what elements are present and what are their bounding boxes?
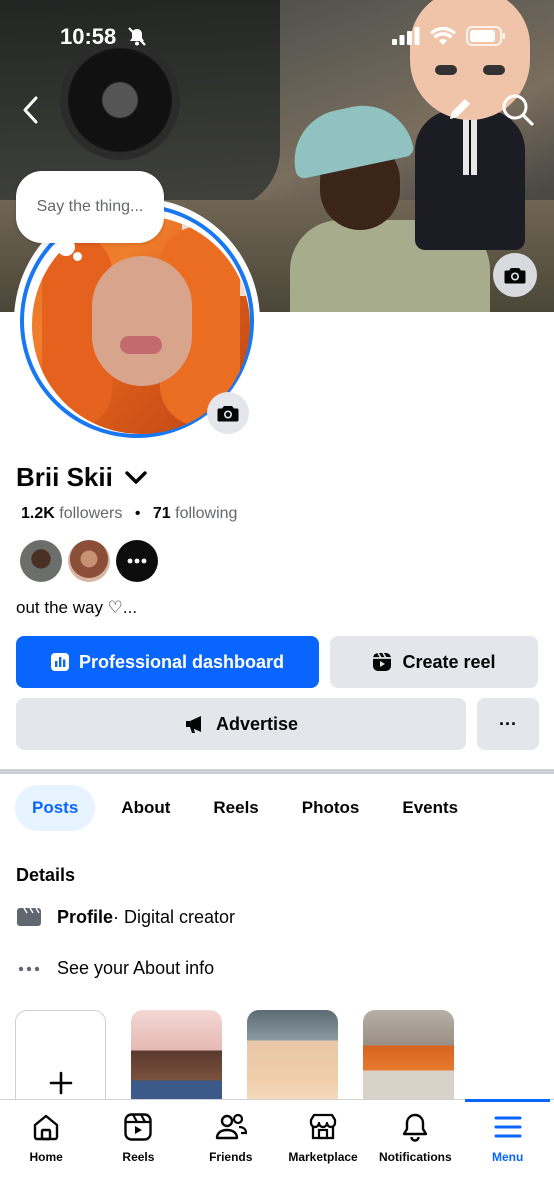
see-about-info-row[interactable]: See your About info — [16, 958, 214, 979]
stats-separator: • — [134, 505, 141, 522]
chevron-down-icon[interactable] — [125, 470, 147, 485]
nav-home-label: Home — [29, 1150, 63, 1164]
friends-icon — [215, 1113, 247, 1140]
profile-bio: out the way ♡... — [16, 598, 138, 617]
profile-name-row[interactable]: Brii Skii — [16, 462, 147, 493]
nav-menu[interactable]: Menu — [461, 1099, 553, 1200]
following-label: following — [175, 505, 238, 522]
reel-icon — [373, 652, 392, 671]
battery-icon — [466, 26, 505, 46]
clapperboard-icon — [17, 907, 41, 926]
tab-reels[interactable]: Reels — [196, 785, 275, 831]
profile-name: Brii Skii — [16, 462, 113, 492]
avatar[interactable] — [68, 540, 110, 582]
tab-posts[interactable]: Posts — [15, 785, 96, 831]
profile-category-row: Profile · Digital creator — [16, 906, 235, 928]
camera-icon — [504, 268, 526, 284]
back-icon[interactable] — [20, 96, 42, 124]
featured-photo[interactable] — [131, 1010, 222, 1110]
home-icon — [33, 1114, 59, 1141]
status-bar: 10:58 — [0, 0, 554, 74]
marketplace-icon — [309, 1113, 337, 1140]
wifi-icon — [430, 26, 456, 45]
professional-dashboard-button[interactable]: Professional dashboard — [16, 636, 319, 688]
reels-icon — [124, 1113, 153, 1141]
avatar[interactable] — [20, 540, 62, 582]
more-avatars-icon[interactable] — [116, 540, 158, 582]
note-bubble-tail — [57, 238, 75, 256]
professional-dashboard-label: Professional dashboard — [78, 651, 285, 672]
dashboard-icon — [50, 653, 69, 671]
note-placeholder: Say the thing... — [36, 198, 144, 215]
featured-row — [15, 1010, 454, 1110]
nav-marketplace-label: Marketplace — [288, 1150, 358, 1164]
nav-home[interactable]: Home — [0, 1100, 92, 1200]
followers-link[interactable]: 1.2K followers — [21, 505, 122, 522]
status-time: 10:58 — [60, 24, 117, 49]
edit-cover-camera-button[interactable] — [493, 253, 537, 297]
note-bubble[interactable]: Say the thing... — [16, 171, 164, 243]
followers-label: followers — [59, 505, 123, 522]
megaphone-icon — [185, 716, 201, 733]
nav-notifications-label: Notifications — [379, 1150, 452, 1164]
nav-reels[interactable]: Reels — [92, 1100, 184, 1200]
search-icon[interactable] — [501, 93, 535, 127]
friends-avatars[interactable] — [20, 540, 158, 582]
nav-friends-label: Friends — [209, 1150, 253, 1164]
advertise-button[interactable]: Advertise — [16, 698, 466, 750]
tab-events[interactable]: Events — [385, 785, 475, 831]
tab-about[interactable]: About — [104, 785, 187, 831]
nav-reels-label: Reels — [122, 1150, 155, 1164]
profile-tabs: Posts About Reels Photos Events — [15, 785, 484, 831]
following-count: 71 — [152, 505, 171, 522]
bell-icon — [403, 1113, 428, 1142]
follow-stats: 1.2K followers • 71 following — [21, 505, 237, 523]
nav-friends[interactable]: Friends — [185, 1100, 277, 1200]
create-reel-button[interactable]: Create reel — [330, 636, 538, 688]
hamburger-menu-icon — [494, 1116, 522, 1138]
signal-icon — [392, 27, 420, 45]
camera-icon — [217, 406, 239, 422]
tab-photos[interactable]: Photos — [285, 785, 377, 831]
featured-photo[interactable] — [363, 1010, 454, 1110]
note-bubble-tail-small — [73, 252, 82, 261]
add-featured-button[interactable] — [15, 1010, 106, 1110]
create-reel-label: Create reel — [402, 651, 496, 672]
edit-profile-picture-button[interactable] — [207, 392, 249, 434]
bell-off-icon — [128, 27, 146, 46]
section-divider — [0, 769, 554, 774]
featured-photo[interactable] — [247, 1010, 338, 1110]
profile-label: Profile — [57, 906, 114, 927]
advertise-label: Advertise — [215, 713, 299, 734]
followers-count: 1.2K — [21, 505, 55, 522]
nav-marketplace[interactable]: Marketplace — [277, 1100, 369, 1200]
nav-notifications[interactable]: Notifications — [369, 1100, 461, 1200]
following-link[interactable]: 71 following — [153, 505, 238, 522]
more-options-icon: ··· — [499, 713, 517, 734]
nav-menu-label: Menu — [491, 1150, 524, 1164]
more-dots-icon — [18, 966, 40, 971]
see-about-info-link[interactable]: See your About info — [57, 958, 214, 979]
details-heading: Details — [16, 865, 76, 885]
profile-category: · Digital creator — [113, 906, 236, 927]
edit-pencil-icon[interactable] — [445, 94, 475, 124]
more-options-button[interactable]: ··· — [477, 698, 539, 750]
bottom-navigation: Home Reels Friends Marketplace Notificat… — [0, 1099, 554, 1200]
plus-icon — [49, 1071, 72, 1095]
